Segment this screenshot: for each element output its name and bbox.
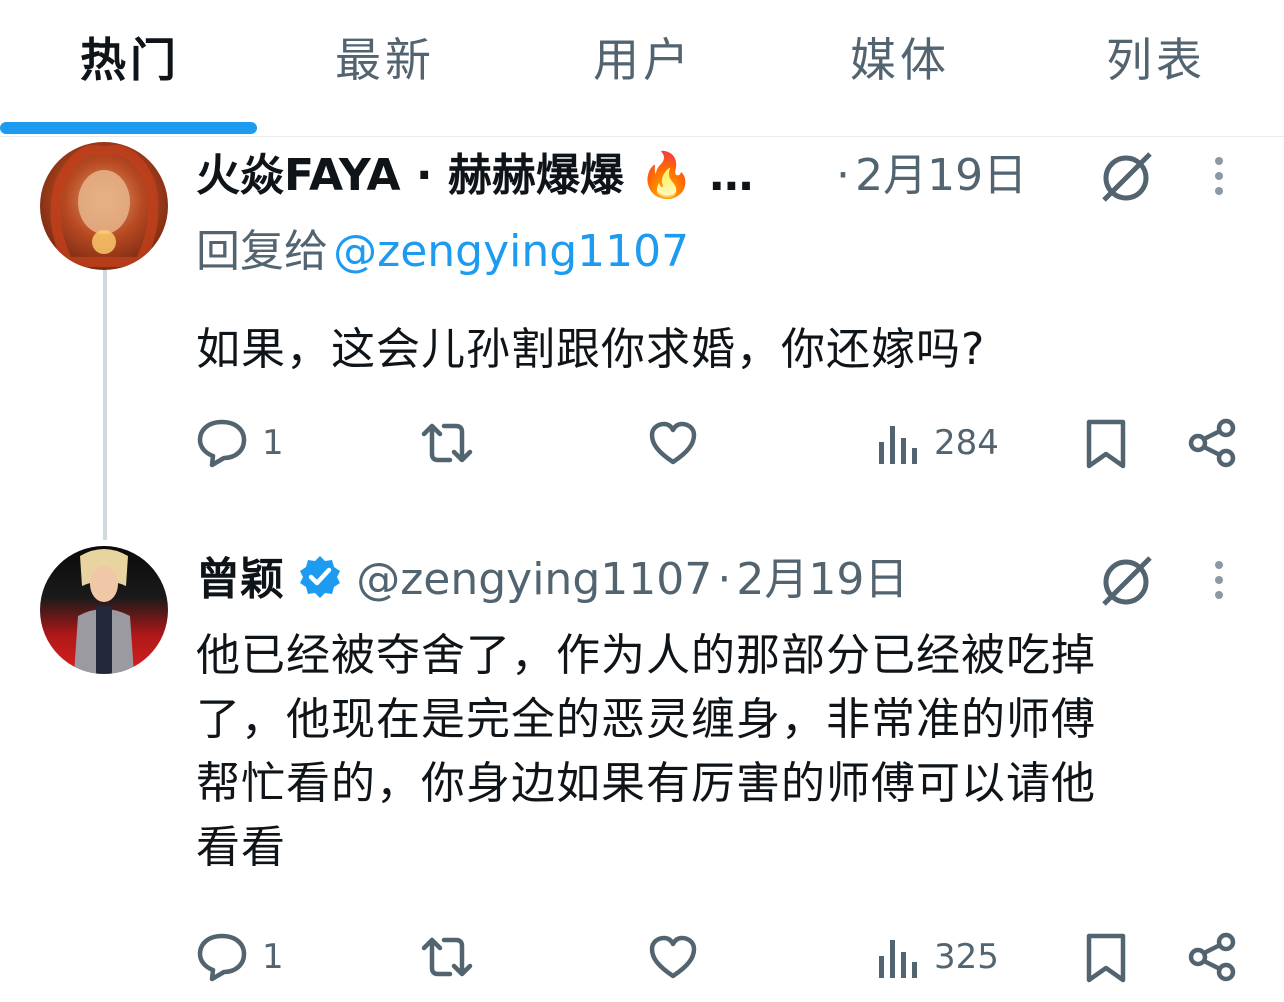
avatar[interactable]	[40, 142, 168, 270]
grok-icon[interactable]	[1098, 150, 1158, 210]
bookmark-button[interactable]	[1084, 418, 1128, 470]
views-icon	[876, 420, 920, 466]
heart-icon	[648, 420, 698, 466]
meta-separator: ·	[836, 150, 850, 201]
avatar-illustration	[50, 145, 159, 267]
tab-latest[interactable]: 最新	[335, 30, 435, 90]
repost-button[interactable]	[418, 420, 476, 466]
post-text-line: 他已经被夺舍了，作为人的那部分已经被吃掉	[196, 630, 1096, 681]
post-text-line: 了，他现在是完全的恶灵缠身，非常准的师傅	[196, 694, 1096, 745]
reply-count: 1	[262, 423, 284, 463]
avatar[interactable]	[40, 546, 168, 674]
view-count: 284	[934, 423, 999, 463]
post-date[interactable]: 2月19日	[736, 554, 908, 605]
tab-media[interactable]: 媒体	[850, 30, 950, 90]
reply-count: 1	[262, 937, 284, 977]
views-button[interactable]: 284	[876, 420, 999, 466]
repost-icon	[418, 934, 476, 980]
views-icon	[876, 934, 920, 980]
bookmark-button[interactable]	[1084, 932, 1128, 984]
display-name[interactable]: 火焱FAYA · 赫赫爆爆 🔥 …	[196, 150, 753, 201]
post-date[interactable]: 2月19日	[855, 150, 1027, 201]
more-options-icon[interactable]	[1212, 156, 1226, 200]
post-text-line: 帮忙看的，你身边如果有厉害的师傅可以请他	[196, 758, 1096, 809]
display-name[interactable]: 曾颖	[196, 554, 284, 605]
post-header: 曾颖 @zengying1107 · 2月19日	[196, 552, 908, 623]
reply-icon	[196, 418, 248, 468]
post-text: 如果，这会儿孙割跟你求婚，你还嫁吗?	[196, 324, 986, 375]
reply-handle[interactable]: @zengying1107	[333, 226, 689, 277]
share-button[interactable]	[1188, 932, 1238, 982]
repost-icon	[418, 420, 476, 466]
view-count: 325	[934, 937, 999, 977]
meta-separator: ·	[717, 554, 732, 605]
share-icon	[1188, 418, 1238, 468]
share-button[interactable]	[1188, 418, 1238, 468]
tab-lists[interactable]: 列表	[1106, 30, 1206, 90]
tab-users[interactable]: 用户	[593, 30, 693, 90]
bookmark-icon	[1084, 932, 1128, 984]
tab-hot[interactable]: 热门	[80, 30, 180, 90]
reply-button[interactable]: 1	[196, 418, 284, 468]
thread-line	[103, 270, 107, 540]
repost-button[interactable]	[418, 934, 476, 980]
heart-icon	[648, 934, 698, 980]
grok-icon[interactable]	[1098, 554, 1158, 614]
reply-to: 回复给 @zengying1107	[196, 224, 689, 289]
like-button[interactable]	[648, 934, 698, 980]
post-header: 火焱FAYA · 赫赫爆爆 🔥 …	[196, 148, 753, 213]
post-text: 他已经被夺舍了，作为人的那部分已经被吃掉 了，他现在是完全的恶灵缠身，非常准的师…	[196, 624, 1256, 880]
like-button[interactable]	[648, 420, 698, 466]
share-icon	[1188, 932, 1238, 982]
tab-bar: 热门 最新 用户 媒体 列表	[0, 0, 1284, 137]
post-meta: · 2月19日	[836, 148, 1027, 213]
avatar-illustration	[74, 549, 134, 674]
tab-active-indicator	[0, 122, 257, 134]
more-options-icon[interactable]	[1212, 560, 1226, 604]
views-button[interactable]: 325	[876, 934, 999, 980]
reply-icon	[196, 932, 248, 982]
user-handle[interactable]: @zengying1107	[356, 554, 712, 605]
reply-prefix: 回复给	[196, 226, 328, 277]
bookmark-icon	[1084, 418, 1128, 470]
post-text-line: 看看	[196, 822, 286, 873]
reply-button[interactable]: 1	[196, 932, 284, 982]
verified-badge-icon	[297, 554, 343, 623]
